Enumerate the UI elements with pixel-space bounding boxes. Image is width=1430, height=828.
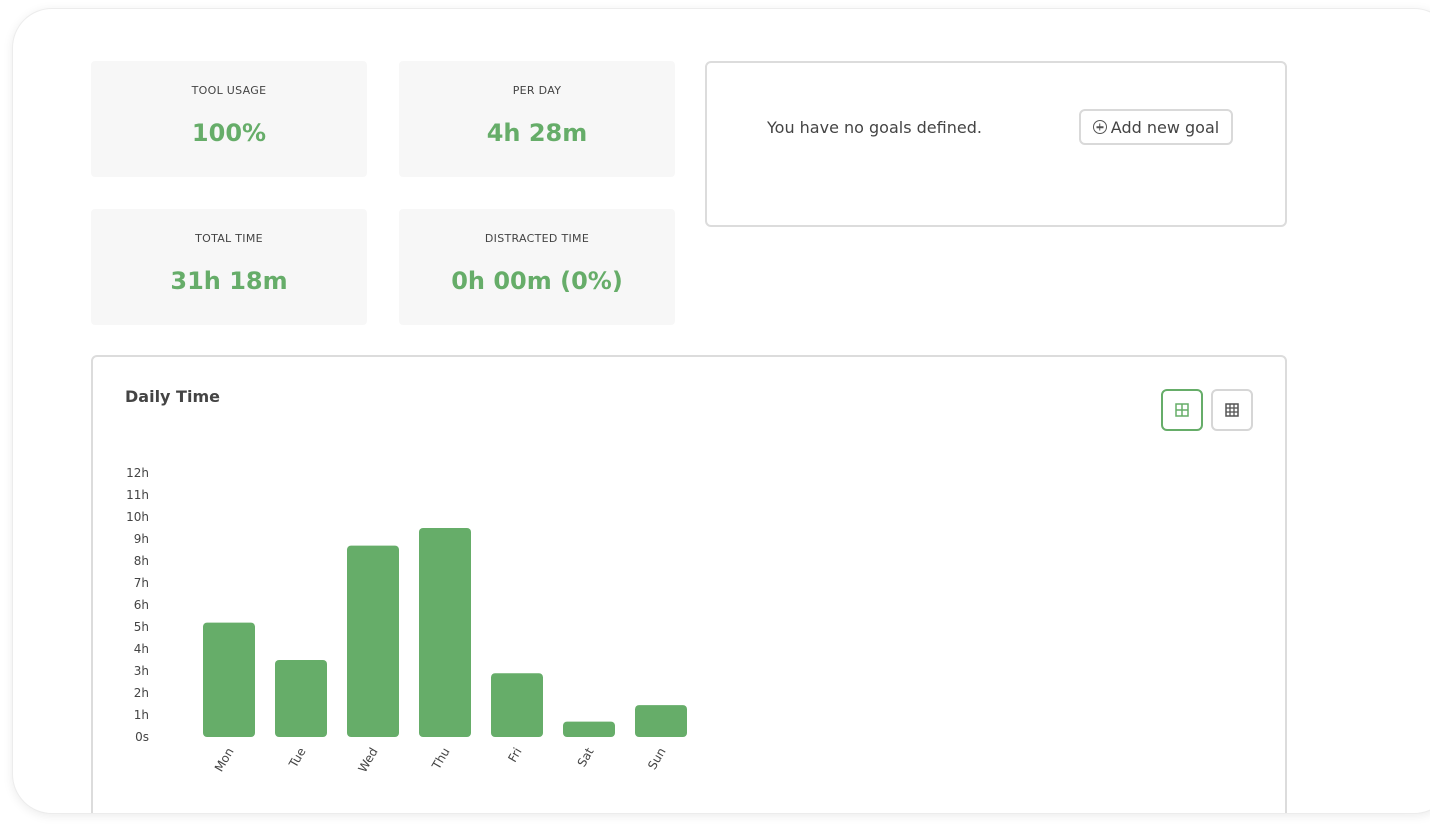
y-tick-label: 8h bbox=[134, 554, 149, 568]
stat-label: TOTAL TIME bbox=[195, 232, 263, 245]
no-goals-message: You have no goals defined. bbox=[767, 118, 982, 137]
x-tick-label: Sat bbox=[575, 745, 597, 769]
stat-value: 4h 28m bbox=[486, 119, 588, 147]
y-tick-label: 11h bbox=[126, 488, 149, 502]
y-tick-label: 6h bbox=[134, 598, 149, 612]
bar-mon[interactable] bbox=[203, 622, 255, 737]
daily-time-bar-chart: 0s 1h 2h 3h 4h 5h 6h 7h 8h 9h 10h 11h 12h Mon Tue Wed Th… bbox=[126, 466, 687, 775]
y-tick-label: 10h bbox=[126, 510, 149, 524]
dashboard-panel: TOOL USAGE 100% PER DAY 4h 28m TOTAL TIM… bbox=[12, 8, 1430, 814]
bar-sat[interactable] bbox=[563, 721, 615, 737]
stat-label: DISTRACTED TIME bbox=[484, 232, 590, 245]
stat-card-tool-usage: TOOL USAGE 100% bbox=[91, 61, 367, 177]
stat-card-per-day: PER DAY 4h 28m bbox=[399, 61, 675, 177]
stat-label: PER DAY bbox=[512, 84, 562, 97]
bar-sun[interactable] bbox=[635, 705, 687, 737]
y-tick-label: 9h bbox=[134, 532, 149, 546]
x-tick-label: Fri bbox=[505, 745, 524, 764]
y-tick-label: 4h bbox=[134, 642, 149, 656]
stat-card-total-time: TOTAL TIME 31h 18m bbox=[91, 209, 367, 325]
y-tick-label: 1h bbox=[134, 708, 149, 722]
x-tick-label: Tue bbox=[286, 745, 309, 771]
bar-tue[interactable] bbox=[275, 660, 327, 737]
y-tick-label: 0s bbox=[135, 730, 149, 744]
y-tick-label: 2h bbox=[134, 686, 149, 700]
add-new-goal-label: Add new goal bbox=[1110, 117, 1220, 137]
bar-thu[interactable] bbox=[419, 528, 471, 737]
y-tick-label: 3h bbox=[134, 664, 149, 678]
x-tick-label: Mon bbox=[212, 745, 237, 774]
bar-wed[interactable] bbox=[347, 545, 399, 737]
x-tick-label: Thu bbox=[429, 745, 453, 772]
daily-time-chart-card: Daily Time 0s 1h 2h 3h 4h 5h 6h 7h 8h 9h 10h 11h 12h… bbox=[91, 355, 1287, 813]
y-tick-label: 12h bbox=[126, 466, 149, 480]
stat-label: TOOL USAGE bbox=[191, 84, 267, 97]
y-tick-label: 7h bbox=[134, 576, 149, 590]
stat-value: 31h 18m bbox=[170, 267, 288, 295]
stat-value: 0h 00m (0%) bbox=[451, 267, 623, 295]
y-tick-label: 5h bbox=[134, 620, 149, 634]
x-tick-label: Sun bbox=[645, 745, 669, 772]
add-new-goal-button[interactable]: Add new goal bbox=[1079, 109, 1233, 145]
goals-card: You have no goals defined. Add new goal bbox=[705, 61, 1287, 227]
stat-value: 100% bbox=[191, 119, 267, 147]
bar-fri[interactable] bbox=[491, 673, 543, 737]
plus-circle-icon bbox=[1092, 120, 1107, 134]
stat-card-distracted-time: DISTRACTED TIME 0h 00m (0%) bbox=[399, 209, 675, 325]
x-tick-label: Wed bbox=[355, 745, 380, 775]
